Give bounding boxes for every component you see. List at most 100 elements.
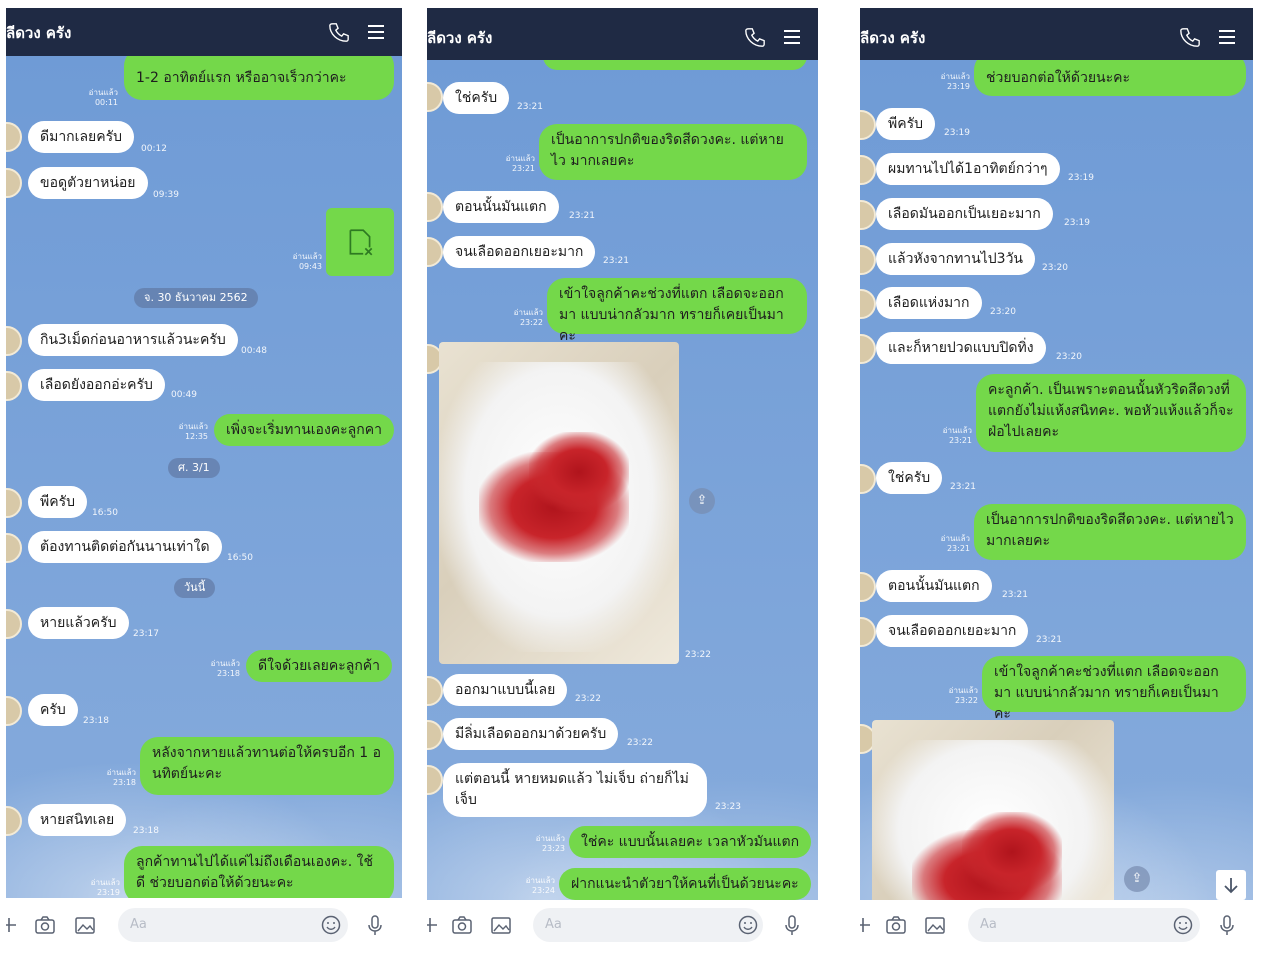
avatar[interactable]	[427, 237, 443, 267]
avatar[interactable]	[6, 168, 22, 198]
phone-icon[interactable]	[1179, 26, 1201, 48]
message-bubble[interactable]: ครับ	[28, 694, 78, 726]
message-input[interactable]: Aa	[118, 908, 348, 942]
message-bubble[interactable]: ขอดูตัวยาหน่อย	[28, 167, 148, 199]
camera-icon[interactable]	[451, 914, 473, 936]
image-icon[interactable]	[924, 914, 946, 936]
blood-stain	[529, 432, 629, 512]
message-bubble[interactable]: จนเลือดออกเยอะมาก	[876, 615, 1029, 647]
photo-attachment[interactable]	[439, 342, 679, 664]
avatar[interactable]	[860, 464, 876, 494]
phone-icon[interactable]	[744, 26, 766, 48]
message-bubble[interactable]: กิน3เม็ดก่อนอาหารแล้วนะครับ	[28, 324, 238, 356]
share-icon[interactable]: ⇪	[689, 488, 715, 514]
avatar[interactable]	[860, 334, 876, 364]
scroll-down-button[interactable]	[1216, 870, 1246, 900]
menu-icon[interactable]	[782, 27, 802, 47]
message-bubble[interactable]: ลูกค้าทานไปได้แค่ไม่ถึงเดือนเองคะ. ใช้ดี…	[124, 846, 394, 898]
message-bubble[interactable]: มีลิ่มเลือดออกมาด้วยครับ	[443, 718, 619, 750]
read-receipt: อ่านแล้ว 09:43	[292, 252, 322, 271]
avatar[interactable]	[6, 122, 22, 152]
message-bubble[interactable]: คะลูกค้า. เป็นเพราะตอนนั้นหัวริดสีดวงที่…	[976, 374, 1246, 452]
message-bubble[interactable]: เข้าใจลูกค้าคะช่วงที่แตก เลือดจะออกมา แบ…	[547, 278, 807, 344]
message-bubble[interactable]: เพิ่งจะเริ่มทานเองคะลูกคา	[214, 414, 394, 446]
message-time: 23:21	[569, 211, 595, 221]
message-input[interactable]: Aa	[533, 908, 763, 942]
camera-icon[interactable]	[34, 914, 56, 936]
chat-area[interactable]: ใช่ครับ 23:21 เป็นอาการปกติของริดสีดวงคะ…	[427, 60, 818, 900]
file-attachment[interactable]	[326, 208, 394, 276]
plus-icon[interactable]	[860, 914, 874, 936]
avatar[interactable]	[860, 200, 876, 230]
message-input[interactable]: Aa	[968, 908, 1200, 942]
message-bubble[interactable]: และก็หายปวดแบบปิดทิ่ง	[876, 332, 1046, 364]
menu-icon[interactable]	[1217, 27, 1237, 47]
message-bubble[interactable]: ต้องทานติดต่อกันนานเท่าใด	[28, 531, 222, 563]
message-time: 23:21	[1002, 590, 1028, 600]
message-bubble[interactable]: ดีใจด้วยเลยคะลูกค้า	[246, 650, 393, 682]
avatar[interactable]	[860, 572, 876, 602]
message-bubble[interactable]: เป็นอาการปกติของริดสีดวงคะ. แต่หายไว มาก…	[974, 504, 1246, 560]
microphone-icon[interactable]	[1216, 914, 1238, 936]
avatar[interactable]	[427, 676, 443, 706]
message-bubble[interactable]: ตอนนั้นมันแตก	[443, 191, 559, 223]
message-bubble[interactable]: ใช่ครับ	[443, 82, 510, 114]
avatar[interactable]	[860, 110, 876, 140]
phone-icon[interactable]	[328, 21, 350, 43]
message-bubble[interactable]: หลังจากหายแล้วทานต่อให้ครบอีก 1 อ นทิตย์…	[140, 737, 394, 795]
message-bubble[interactable]: เลือดมันออกเป็นเยอะมาก	[876, 198, 1053, 230]
avatar[interactable]	[6, 533, 22, 563]
avatar[interactable]	[6, 696, 22, 726]
plus-icon[interactable]	[427, 914, 441, 936]
message-bubble[interactable]: ผมทานไปได้1อาทิตย์กว่าๆ	[876, 153, 1060, 185]
avatar[interactable]	[427, 82, 443, 112]
image-icon[interactable]	[74, 914, 96, 936]
message-bubble[interactable]: เลือดยังออกอ่ะครับ	[28, 369, 165, 401]
avatar[interactable]	[860, 245, 876, 275]
message-time: 23:21	[1036, 635, 1062, 645]
image-icon[interactable]	[490, 914, 512, 936]
message-bubble[interactable]: เลือดแห่งมาก	[876, 287, 982, 319]
message-bubble[interactable]: ใช่ครับ	[876, 462, 943, 494]
avatar[interactable]	[860, 289, 876, 319]
avatar[interactable]	[860, 155, 876, 185]
message-bubble[interactable]: เป็นอาการปกติของริดสีดวงคะ. แต่หายไว มาก…	[539, 124, 807, 180]
message-bubble[interactable]: ออกมาแบบนี้เลย	[443, 674, 568, 706]
avatar[interactable]	[427, 192, 443, 222]
share-icon[interactable]: ⇪	[1124, 866, 1150, 892]
menu-icon[interactable]	[366, 22, 386, 42]
plus-icon[interactable]	[6, 914, 20, 936]
avatar[interactable]	[6, 326, 22, 356]
chat-area[interactable]: 1-2 อาทิตย์แรก หรืออาจเร็วกว่าคะ อ่านแล้…	[6, 56, 402, 898]
message-bubble[interactable]: ตอนนั้นมันแตก	[876, 570, 992, 602]
message-bubble[interactable]: จนเลือดออกเยอะมาก	[443, 236, 596, 268]
emoji-icon[interactable]	[737, 914, 759, 936]
emoji-icon[interactable]	[320, 914, 342, 936]
chat-panel-1: ลีดวง ครัง 1-2 อาทิตย์แรก หรืออาจเร็วกว่…	[6, 8, 402, 950]
message-bubble[interactable]: แต่ตอนนี้ หายหมดแล้ว ไม่เจ็บ ถ่ายก็ไม่ เ…	[443, 763, 707, 817]
message-bubble[interactable]: แล้วหังจากทานไป3วัน	[876, 243, 1035, 275]
read-receipt: อ่านแล้ว 00:11	[88, 88, 118, 107]
message-bubble[interactable]: ฝากแนะนำตัวยาให้คนที่เป็นด้วยนะคะ	[559, 868, 811, 900]
microphone-icon[interactable]	[364, 914, 386, 936]
read-receipt: อ่านแล้ว 23:21	[505, 154, 535, 173]
message-bubble[interactable]: หายแล้วครับ	[28, 607, 129, 639]
camera-icon[interactable]	[885, 914, 907, 936]
microphone-icon[interactable]	[781, 914, 803, 936]
message-bubble[interactable]: เข้าใจลูกค้าคะช่วงที่แตก เลือดจะออกมา แบ…	[982, 656, 1246, 722]
chat-area[interactable]: ช่วยบอกต่อให้ด้วยนะคะ อ่านแล้ว 23:19 พีคร…	[860, 60, 1253, 900]
message-bubble[interactable]: พีครับ	[28, 486, 87, 518]
message-bubble[interactable]: พีครับ	[876, 108, 935, 140]
emoji-icon[interactable]	[1172, 914, 1194, 936]
avatar[interactable]	[6, 371, 22, 401]
photo-attachment[interactable]	[872, 720, 1114, 900]
avatar[interactable]	[6, 609, 22, 639]
avatar[interactable]	[860, 617, 876, 647]
message-bubble[interactable]: ใช่คะ แบบนั้นเลยคะ เวลาหัวมันแตก	[569, 826, 812, 858]
message-bubble-fragment[interactable]: ช่วยบอกต่อให้ด้วยนะคะ	[974, 60, 1246, 96]
message-bubble[interactable]: หายสนิทเลย	[28, 804, 127, 836]
avatar[interactable]	[6, 488, 22, 518]
message-bubble[interactable]: 1-2 อาทิตย์แรก หรืออาจเร็วกว่าคะ	[124, 56, 394, 100]
message-bubble[interactable]: ดีมากเลยครับ	[28, 121, 134, 153]
message-bubble-fragment[interactable]	[543, 60, 807, 70]
